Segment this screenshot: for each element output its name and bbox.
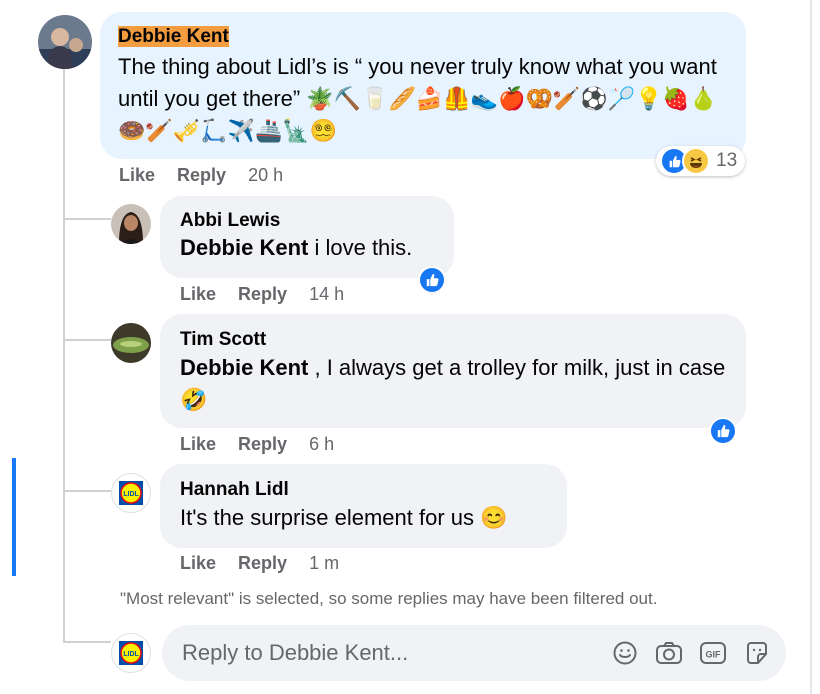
like-reaction-badge[interactable]: [709, 417, 737, 445]
reply-button[interactable]: Reply: [238, 284, 287, 304]
avatar-debbie-kent[interactable]: [38, 15, 92, 69]
reply-bubble: Abbi Lewis Debbie Kent i love this.: [160, 196, 454, 278]
like-button[interactable]: Like: [119, 165, 155, 185]
filter-notice: "Most relevant" is selected, so some rep…: [120, 589, 658, 608]
haha-icon: [682, 147, 710, 175]
reply-button[interactable]: Reply: [177, 165, 226, 185]
reply-bubble: Tim Scott Debbie Kent , I always get a t…: [160, 314, 746, 428]
timestamp[interactable]: 14 h: [309, 284, 344, 304]
like-button[interactable]: Like: [180, 284, 216, 304]
thread-branch: [63, 490, 111, 492]
avatar-abbi-lewis[interactable]: [111, 204, 151, 244]
emoji-icon[interactable]: [610, 638, 640, 668]
reply-bubble: Hannah Lidl It's the surprise element fo…: [160, 464, 567, 548]
like-button[interactable]: Like: [180, 434, 216, 454]
timestamp[interactable]: 1 m: [309, 553, 339, 573]
reply-input[interactable]: [178, 636, 582, 670]
mention-link[interactable]: Debbie Kent: [180, 355, 308, 380]
avatar-lidl-logo[interactable]: LIDL: [111, 473, 151, 513]
svg-text:GIF: GIF: [706, 650, 722, 660]
composer-avatar: LIDL: [111, 633, 151, 673]
logo-text: LIDL: [123, 651, 139, 658]
comment-text: The thing about Lidl’s is “ you never tr…: [118, 54, 718, 143]
avatar-tim-scott[interactable]: [111, 323, 151, 363]
reply-composer: GIF: [162, 625, 786, 681]
reply-text: Debbie Kent i love this.: [180, 235, 413, 260]
reply-button[interactable]: Reply: [238, 434, 287, 454]
like-button[interactable]: Like: [180, 553, 216, 573]
svg-text:LIDL: LIDL: [123, 491, 139, 498]
thread-branch: [63, 339, 111, 341]
timestamp[interactable]: 20 h: [248, 165, 283, 185]
thread-line: [63, 66, 65, 642]
gif-icon[interactable]: GIF: [698, 638, 728, 668]
like-reaction-badge[interactable]: [418, 266, 446, 294]
reaction-summary[interactable]: 13: [656, 146, 746, 176]
reply-actions: Like Reply 14 h: [180, 284, 366, 305]
reply-actions: Like Reply 1 m: [180, 553, 361, 574]
reply-text: It's the surprise element for us 😊: [180, 505, 508, 530]
focus-indicator: [12, 458, 16, 576]
comment-author[interactable]: Debbie Kent: [118, 25, 728, 49]
comment-actions: Like Reply 20 h: [119, 165, 305, 186]
camera-icon[interactable]: [654, 638, 684, 668]
reply-author[interactable]: Tim Scott: [180, 328, 726, 352]
reaction-count: 13: [716, 150, 738, 171]
reply-author[interactable]: Abbi Lewis: [180, 209, 434, 233]
reply-actions: Like Reply 6 h: [180, 434, 356, 455]
reply-author[interactable]: Hannah Lidl: [180, 478, 547, 502]
timestamp[interactable]: 6 h: [309, 434, 334, 454]
thread-branch: [63, 218, 111, 220]
mention-link[interactable]: Debbie Kent: [180, 235, 308, 260]
sticker-icon[interactable]: [742, 638, 772, 668]
thread-branch: [63, 641, 111, 643]
comment-bubble: Debbie Kent The thing about Lidl’s is “ …: [100, 12, 746, 159]
reply-button[interactable]: Reply: [238, 553, 287, 573]
reply-text: Debbie Kent , I always get a trolley for…: [180, 355, 726, 412]
panel-edge: [810, 0, 812, 694]
